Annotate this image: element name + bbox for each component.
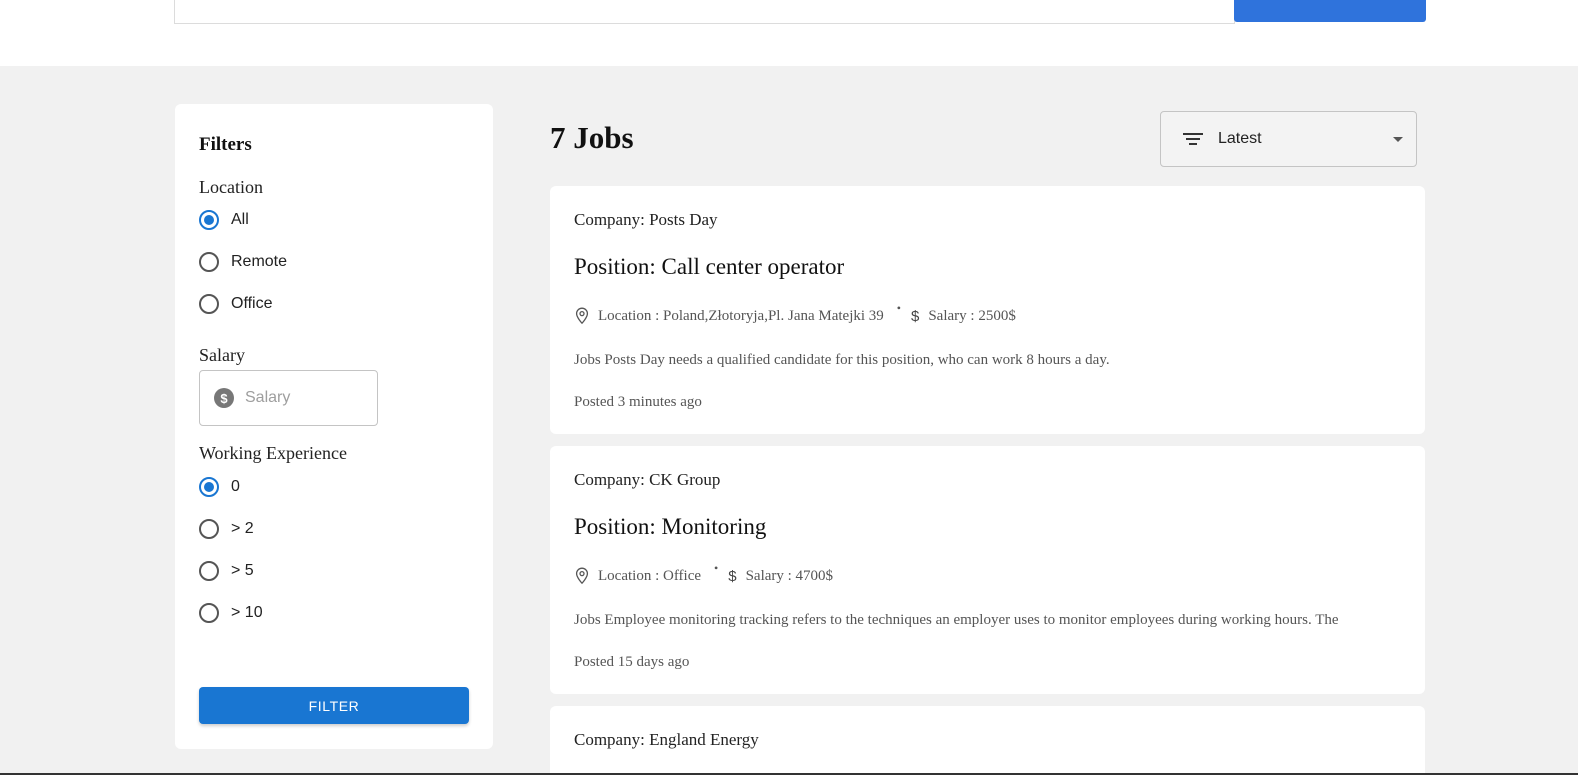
- keyword-input[interactable]: [174, 0, 838, 24]
- filters-title: Filters: [199, 134, 252, 155]
- radio-unchecked-icon[interactable]: [199, 603, 219, 623]
- job-location: Location : Poland,Złotoryja,Pl. Jana Mat…: [598, 307, 884, 324]
- separator-dot: •: [714, 560, 719, 575]
- radio-label: > 5: [231, 562, 254, 579]
- job-meta: Location : Poland,Złotoryja,Pl. Jana Mat…: [574, 301, 1016, 326]
- salary-label: Salary: [199, 345, 245, 365]
- sort-selected-label: Latest: [1218, 130, 1262, 147]
- radio-checked-icon[interactable]: [199, 210, 219, 230]
- experience-option-0[interactable]: 0: [199, 474, 240, 500]
- location-option-all[interactable]: All: [199, 207, 249, 233]
- job-posted-time: Posted 15 days ago: [574, 654, 690, 670]
- job-posted-time: Posted 3 minutes ago: [574, 394, 702, 410]
- job-salary: Salary : 4700$: [745, 567, 834, 584]
- filter-button[interactable]: FILTER: [199, 687, 469, 724]
- filters-panel: Filters Location All Remote Office Salar…: [175, 104, 493, 749]
- salary-field[interactable]: $: [199, 370, 378, 426]
- salary-input[interactable]: [245, 389, 355, 407]
- separator-dot: •: [896, 300, 901, 315]
- sort-icon: [1183, 132, 1203, 146]
- radio-label: Remote: [231, 253, 288, 270]
- radio-label: > 2: [231, 520, 254, 537]
- experience-option-5[interactable]: > 5: [199, 558, 254, 584]
- job-meta: Location : Office • $ Salary : 4700$: [574, 561, 834, 586]
- job-company: Company: England Energy: [574, 730, 759, 749]
- location-input[interactable]: [837, 0, 1235, 24]
- jobs-count: 7 Jobs: [550, 120, 634, 155]
- experience-label: Working Experience: [199, 443, 347, 463]
- sort-select[interactable]: Latest: [1160, 111, 1417, 167]
- dollar-icon: $: [911, 307, 920, 325]
- location-option-remote[interactable]: Remote: [199, 249, 287, 275]
- dollar-icon: $: [728, 567, 737, 585]
- search-button[interactable]: [1234, 0, 1426, 22]
- dollar-circle-icon: $: [214, 388, 234, 408]
- job-position: Position: Call center operator: [574, 254, 845, 279]
- experience-option-2[interactable]: > 2: [199, 516, 254, 542]
- job-company: Company: CK Group: [574, 470, 721, 489]
- radio-label: > 10: [231, 604, 263, 621]
- radio-unchecked-icon[interactable]: [199, 252, 219, 272]
- job-description: Jobs Employee monitoring tracking refers…: [574, 612, 1339, 628]
- job-card[interactable]: Company: Posts Day Position: Call center…: [550, 186, 1425, 434]
- radio-checked-icon[interactable]: [199, 477, 219, 497]
- job-company: Company: Posts Day: [574, 210, 718, 229]
- location-label: Location: [199, 177, 263, 197]
- job-description: Jobs Posts Day needs a qualified candida…: [574, 352, 1110, 368]
- search-bar: [0, 0, 1578, 66]
- radio-label: All: [231, 211, 249, 228]
- experience-option-10[interactable]: > 10: [199, 600, 263, 626]
- job-salary: Salary : 2500$: [928, 307, 1016, 324]
- radio-unchecked-icon[interactable]: [199, 294, 219, 314]
- radio-label: Office: [231, 295, 273, 312]
- location-option-office[interactable]: Office: [199, 291, 273, 317]
- location-pin-icon: [575, 567, 589, 585]
- radio-unchecked-icon[interactable]: [199, 519, 219, 539]
- chevron-down-icon: [1393, 137, 1403, 142]
- radio-label: 0: [231, 478, 240, 495]
- job-card[interactable]: Company: CK Group Position: Monitoring L…: [550, 446, 1425, 694]
- job-card[interactable]: Company: England Energy: [550, 706, 1425, 775]
- radio-unchecked-icon[interactable]: [199, 561, 219, 581]
- job-position: Position: Monitoring: [574, 514, 767, 539]
- location-pin-icon: [575, 307, 589, 325]
- job-location: Location : Office: [598, 567, 702, 584]
